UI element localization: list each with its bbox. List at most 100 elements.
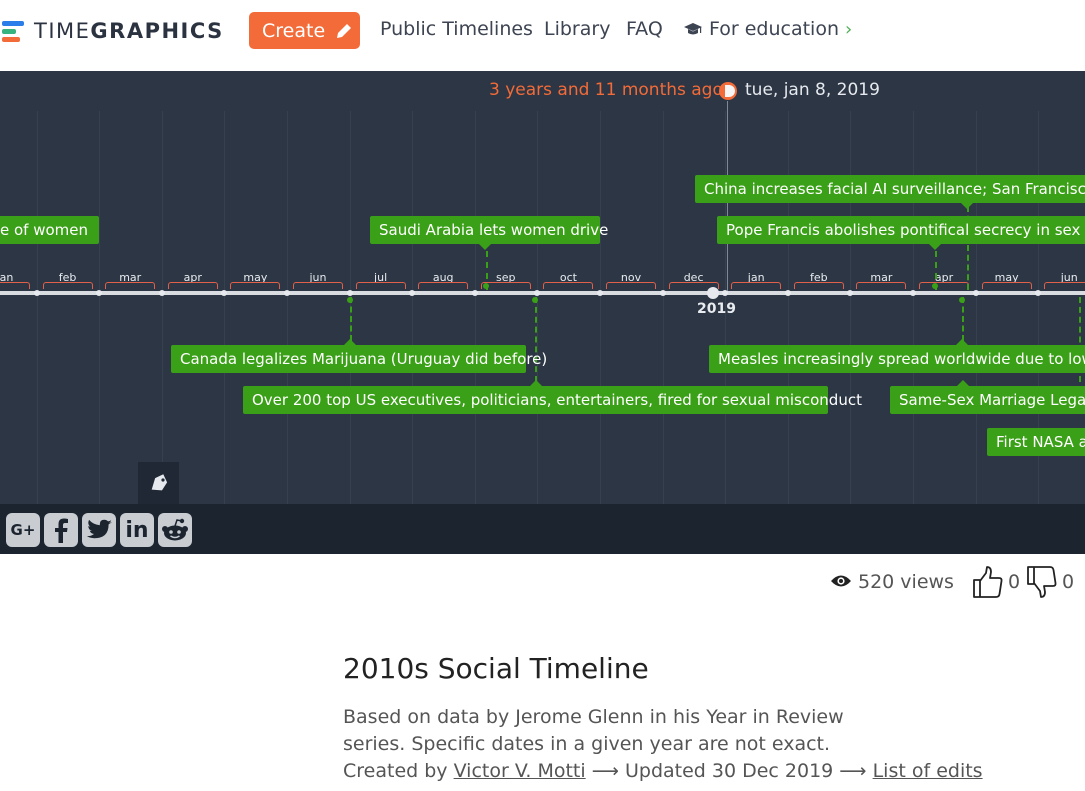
twitter-share-button[interactable] xyxy=(82,513,116,547)
timegraphics-logo[interactable]: TIMEGRAPHICS xyxy=(2,19,224,43)
event-label: Over 200 top US executives, politicians,… xyxy=(252,391,862,409)
month-bracket xyxy=(355,282,406,289)
event-dot[interactable] xyxy=(347,297,353,303)
chevron-right-icon: › xyxy=(845,18,853,40)
timeline-description: Based on data by Jerome Glenn in his Yea… xyxy=(343,704,983,785)
grid-line xyxy=(850,111,852,504)
event-connector xyxy=(535,297,537,382)
month-bracket xyxy=(856,282,907,289)
top-navigation-bar: TIMEGRAPHICS Create Public Timelines Lib… xyxy=(0,0,1085,71)
list-of-edits-link[interactable]: List of edits xyxy=(873,760,983,782)
event-card[interactable]: Measles increasingly spread worldwide du… xyxy=(709,339,1085,373)
like-button[interactable]: 0 xyxy=(972,565,1020,599)
event-label: Measles increasingly spread worldwide du… xyxy=(718,350,1085,368)
event-dot[interactable] xyxy=(932,283,938,289)
event-card[interactable]: Same-Sex Marriage Legaliz xyxy=(890,380,1085,414)
month-bracket xyxy=(981,282,1032,289)
month-tick xyxy=(33,290,40,296)
month-tick xyxy=(534,290,541,296)
grid-line xyxy=(36,111,38,504)
month-bracket xyxy=(105,282,156,289)
google-plus-icon: G+ xyxy=(10,521,36,539)
month-bracket xyxy=(0,282,30,289)
event-label: Same-Sex Marriage Legaliz xyxy=(899,391,1085,409)
nav-library[interactable]: Library xyxy=(544,18,610,40)
logo-text: TIMEGRAPHICS xyxy=(34,19,224,43)
views-count: 520 views xyxy=(830,571,954,593)
tag-icon xyxy=(151,474,167,491)
month-bracket xyxy=(293,282,343,289)
year-marker xyxy=(707,287,719,299)
timeline-canvas[interactable]: 3 years and 11 months ago tue, jan 8, 20… xyxy=(0,71,1085,504)
author-link[interactable]: Victor V. Motti xyxy=(454,760,586,782)
reddit-share-button[interactable] xyxy=(158,513,192,547)
grid-line xyxy=(975,111,977,504)
month-bracket xyxy=(418,282,469,289)
views-label: 520 views xyxy=(858,571,954,593)
time-ago-label: 3 years and 11 months ago xyxy=(489,80,723,100)
description-line-1: Based on data by Jerome Glenn in his Yea… xyxy=(343,706,844,728)
logo-text-graphics: GRAPHICS xyxy=(90,19,224,43)
facebook-share-button[interactable] xyxy=(44,513,78,547)
event-card[interactable]: First NASA all xyxy=(987,428,1085,456)
event-card[interactable]: China increases facial AI surveillance; … xyxy=(695,175,1085,209)
grid-line xyxy=(787,111,789,504)
event-connector xyxy=(350,297,352,341)
grid-line xyxy=(287,111,288,504)
now-indicator-icon xyxy=(719,82,737,100)
month-tick xyxy=(597,290,603,296)
nav-for-education[interactable]: For education › xyxy=(683,18,852,40)
month-bracket xyxy=(793,282,844,289)
thumbs-down-icon xyxy=(1027,566,1057,598)
grid-line xyxy=(662,111,664,504)
eye-icon xyxy=(830,571,852,593)
create-button-label: Create xyxy=(262,19,326,42)
created-by-line: Created by Victor V. Motti ⟶ Updated 30 … xyxy=(343,758,983,785)
event-card[interactable]: e of women xyxy=(0,216,99,244)
month-bracket xyxy=(42,282,93,289)
event-dot[interactable] xyxy=(483,283,489,289)
event-dot[interactable] xyxy=(532,297,538,303)
updated-label: ⟶ Updated 30 Dec 2019 ⟶ xyxy=(591,760,867,782)
event-label: China increases facial AI surveillance; … xyxy=(704,180,1085,198)
month-tick xyxy=(284,290,290,296)
month-tick xyxy=(221,290,228,296)
event-label: e of women xyxy=(0,221,89,239)
nav-for-education-label: For education xyxy=(709,18,840,40)
month-bracket xyxy=(1044,282,1085,289)
grid-line xyxy=(224,111,226,504)
grid-line xyxy=(474,111,476,504)
month-bracket xyxy=(731,282,782,289)
event-dot[interactable] xyxy=(959,297,965,303)
google-plus-share-button[interactable]: G+ xyxy=(6,513,40,547)
month-tick xyxy=(346,290,353,296)
nav-faq[interactable]: FAQ xyxy=(626,18,663,40)
tag-button[interactable] xyxy=(138,462,179,504)
month-bracket xyxy=(230,282,281,289)
description-line-2: series. Specific dates in a given year a… xyxy=(343,733,831,755)
month-tick xyxy=(659,290,666,296)
grid-line xyxy=(161,111,163,504)
grid-line xyxy=(412,111,414,504)
logo-text-time: TIME xyxy=(34,19,91,43)
event-card[interactable]: Saudi Arabia lets women drive xyxy=(370,216,608,250)
year-label: 2019 xyxy=(697,301,736,317)
month-tick xyxy=(910,290,916,296)
linkedin-share-button[interactable]: in xyxy=(120,513,154,547)
event-card[interactable]: Over 200 top US executives, politicians,… xyxy=(243,380,862,414)
event-card[interactable]: Canada legalizes Marijuana (Uruguay did … xyxy=(171,339,547,373)
event-label: First NASA all xyxy=(996,433,1085,451)
month-bracket xyxy=(606,282,656,289)
month-tick xyxy=(784,290,791,296)
grid-line xyxy=(913,111,914,504)
create-button[interactable]: Create xyxy=(249,12,360,49)
dislike-button[interactable]: 0 xyxy=(1026,565,1074,599)
nav-public-timelines[interactable]: Public Timelines xyxy=(380,18,533,40)
likes-count: 0 xyxy=(1008,571,1021,593)
event-label: Saudi Arabia lets women drive xyxy=(379,221,609,239)
reddit-icon xyxy=(162,518,188,541)
event-card[interactable]: Pope Francis abolishes pontifical secrec… xyxy=(717,216,1085,250)
facebook-icon xyxy=(55,518,68,543)
event-label: Canada legalizes Marijuana (Uruguay did … xyxy=(180,350,548,368)
month-tick xyxy=(409,290,416,296)
